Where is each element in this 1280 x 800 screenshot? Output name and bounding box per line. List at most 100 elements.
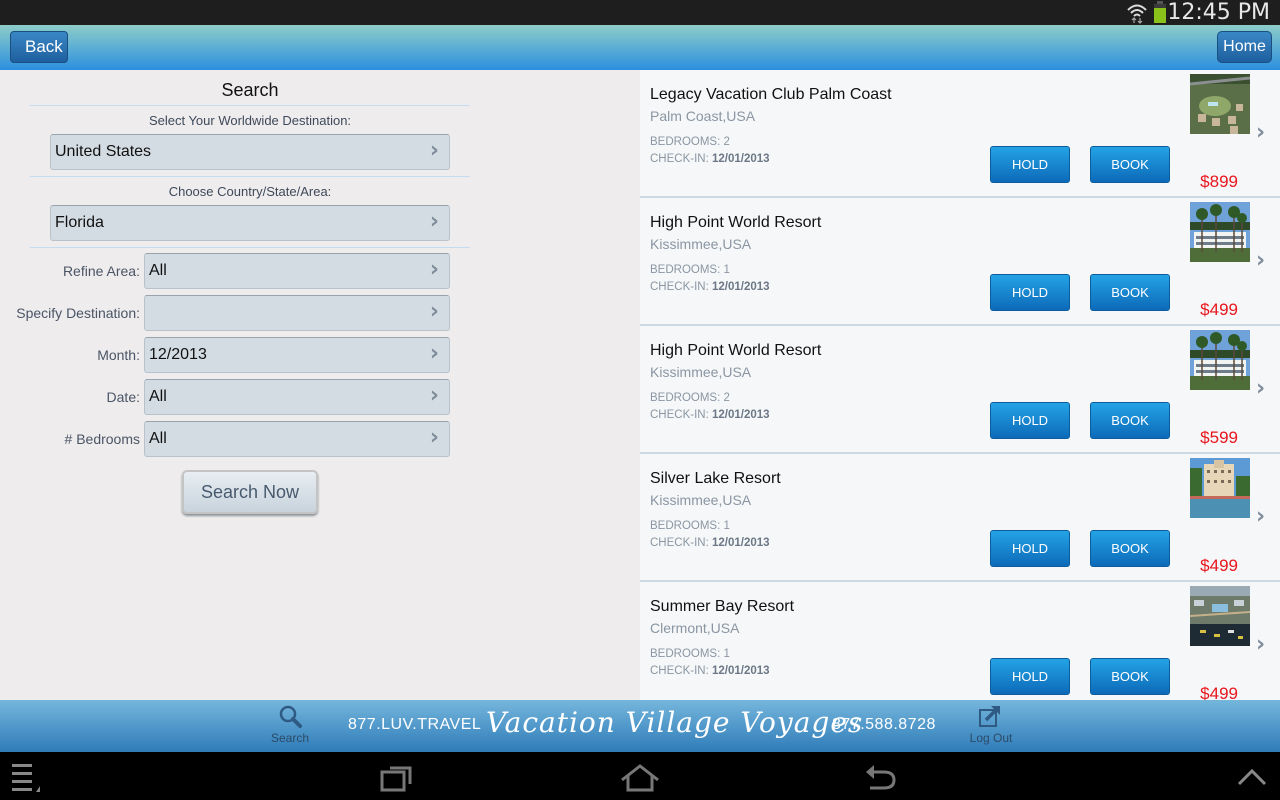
result-item[interactable]: High Point World Resort Kissimmee,USA BE… bbox=[640, 198, 1280, 326]
search-panel: Search Select Your Worldwide Destination… bbox=[0, 70, 640, 700]
price: $499 bbox=[1200, 556, 1238, 575]
resort-location: Clermont,USA bbox=[650, 620, 740, 636]
clock: 12:45 PM bbox=[1167, 0, 1270, 25]
resort-location: Kissimmee,USA bbox=[650, 364, 752, 380]
price: $899 bbox=[1200, 172, 1238, 191]
phone-number-left[interactable]: 877.LUV.TRAVEL bbox=[348, 716, 481, 734]
refine-area-label: Refine Area: bbox=[62, 263, 140, 279]
chevron-right-icon[interactable]: › bbox=[1256, 632, 1265, 657]
divider bbox=[30, 247, 470, 248]
hold-button[interactable]: HOLD bbox=[990, 274, 1070, 311]
back-nav-icon[interactable] bbox=[862, 762, 902, 792]
bedrooms-select[interactable]: All › bbox=[144, 421, 450, 457]
back-label: Back bbox=[25, 37, 63, 56]
price: $499 bbox=[1200, 684, 1238, 700]
divider bbox=[30, 105, 470, 106]
refine-area-value: All bbox=[149, 262, 167, 279]
date-label: Date: bbox=[106, 389, 140, 405]
resort-thumbnail bbox=[1190, 330, 1250, 390]
footer-bar: Search 877.LUV.TRAVEL Vacation Village V… bbox=[0, 700, 1280, 752]
book-button[interactable]: BOOK bbox=[1090, 402, 1170, 439]
month-value: 12/2013 bbox=[149, 346, 207, 363]
resort-name: Summer Bay Resort bbox=[650, 598, 795, 615]
book-button[interactable]: BOOK bbox=[1090, 146, 1170, 183]
checkin-info: CHECK-IN: 12/01/2013 bbox=[650, 281, 770, 293]
checkin-info: CHECK-IN: 12/01/2013 bbox=[650, 537, 770, 549]
resort-thumbnail bbox=[1190, 458, 1250, 518]
book-button[interactable]: BOOK bbox=[1090, 530, 1170, 567]
search-now-button[interactable]: Search Now bbox=[182, 470, 318, 514]
battery-icon bbox=[1154, 1, 1166, 23]
checkin-info: CHECK-IN: 12/01/2013 bbox=[650, 665, 770, 677]
resort-thumbnail bbox=[1190, 202, 1250, 262]
result-item[interactable]: Legacy Vacation Club Palm Coast Palm Coa… bbox=[640, 70, 1280, 198]
footer-search-button[interactable]: Search bbox=[268, 704, 312, 745]
recent-apps-icon[interactable] bbox=[380, 764, 420, 792]
resort-name: Legacy Vacation Club Palm Coast bbox=[650, 86, 892, 103]
resort-thumbnail bbox=[1190, 586, 1250, 646]
bedrooms-info: BEDROOMS: 1 bbox=[650, 264, 730, 276]
logout-icon bbox=[979, 706, 1000, 727]
result-item[interactable]: Silver Lake Resort Kissimmee,USA BEDROOM… bbox=[640, 454, 1280, 582]
book-button[interactable]: BOOK bbox=[1090, 274, 1170, 311]
hold-button[interactable]: HOLD bbox=[990, 658, 1070, 695]
book-button[interactable]: BOOK bbox=[1090, 658, 1170, 695]
area-value: Florida bbox=[55, 214, 104, 231]
home-nav-icon[interactable] bbox=[618, 762, 662, 792]
app-header: Back Home bbox=[0, 25, 1280, 70]
specify-destination-select[interactable]: › bbox=[144, 295, 450, 331]
date-select[interactable]: All › bbox=[144, 379, 450, 415]
resort-thumbnail bbox=[1190, 74, 1250, 134]
hold-button[interactable]: HOLD bbox=[990, 530, 1070, 567]
logout-button[interactable]: Log Out bbox=[966, 704, 1016, 745]
logout-label: Log Out bbox=[969, 731, 1013, 745]
phone-number-right[interactable]: 877.588.8728 bbox=[832, 716, 936, 734]
chevron-right-icon[interactable]: › bbox=[1256, 120, 1265, 145]
resort-name: High Point World Resort bbox=[650, 342, 822, 359]
bedrooms-info: BEDROOMS: 2 bbox=[650, 392, 730, 404]
result-item[interactable]: High Point World Resort Kissimmee,USA BE… bbox=[640, 326, 1280, 454]
month-select[interactable]: 12/2013 › bbox=[144, 337, 450, 373]
destination-label: Select Your Worldwide Destination: bbox=[148, 113, 352, 128]
bedrooms-value: All bbox=[149, 430, 167, 447]
result-item[interactable]: Summer Bay Resort Clermont,USA BEDROOMS:… bbox=[640, 582, 1280, 700]
area-label: Choose Country/State/Area: bbox=[168, 184, 332, 199]
specify-destination-label: Specify Destination: bbox=[16, 305, 140, 321]
chevron-right-icon[interactable]: › bbox=[1256, 248, 1265, 273]
hold-button[interactable]: HOLD bbox=[990, 146, 1070, 183]
refine-area-select[interactable]: All › bbox=[144, 253, 450, 289]
chevron-right-icon[interactable]: › bbox=[1256, 376, 1265, 401]
resort-name: High Point World Resort bbox=[650, 214, 822, 231]
checkin-info: CHECK-IN: 12/01/2013 bbox=[650, 153, 770, 165]
bedrooms-info: BEDROOMS: 1 bbox=[650, 648, 730, 660]
resort-name: Silver Lake Resort bbox=[650, 470, 781, 487]
menu-icon[interactable] bbox=[12, 762, 48, 792]
bedrooms-info: BEDROOMS: 2 bbox=[650, 136, 730, 148]
area-select[interactable]: Florida › bbox=[50, 205, 450, 241]
results-list: Legacy Vacation Club Palm Coast Palm Coa… bbox=[640, 70, 1280, 700]
system-nav-bar bbox=[0, 752, 1280, 800]
hold-button[interactable]: HOLD bbox=[990, 402, 1070, 439]
back-button[interactable]: Back bbox=[10, 31, 68, 63]
chevron-right-icon: › bbox=[429, 209, 439, 234]
chevron-up-icon[interactable] bbox=[1236, 766, 1268, 788]
divider bbox=[30, 176, 470, 177]
resort-location: Kissimmee,USA bbox=[650, 492, 752, 508]
chevron-right-icon: › bbox=[429, 138, 439, 163]
bedrooms-label: # Bedrooms bbox=[64, 431, 140, 447]
search-icon bbox=[279, 705, 302, 728]
date-value: All bbox=[149, 388, 167, 405]
search-label: Search bbox=[270, 731, 310, 745]
chevron-right-icon: › bbox=[429, 383, 439, 408]
search-title: Search bbox=[221, 80, 279, 100]
brand-logo: Vacation Village Voyages bbox=[486, 706, 864, 739]
wifi-icon bbox=[1127, 4, 1147, 24]
chevron-right-icon: › bbox=[429, 425, 439, 450]
home-button[interactable]: Home bbox=[1217, 31, 1272, 63]
destination-value: United States bbox=[55, 143, 152, 160]
status-bar: 12:45 PM bbox=[0, 0, 1280, 25]
resort-location: Palm Coast,USA bbox=[650, 108, 756, 124]
destination-select[interactable]: United States › bbox=[50, 134, 450, 170]
bedrooms-info: BEDROOMS: 1 bbox=[650, 520, 730, 532]
chevron-right-icon[interactable]: › bbox=[1256, 504, 1265, 529]
